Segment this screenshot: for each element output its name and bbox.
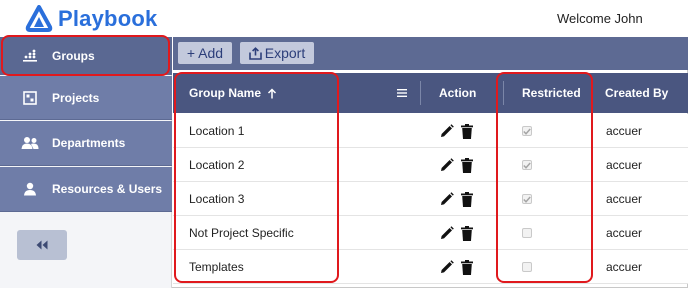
table-header: Group Name Action Restricted Created By xyxy=(173,73,688,113)
restricted-checkbox-checked[interactable] xyxy=(522,160,532,170)
sidebar-item-projects[interactable]: Projects xyxy=(0,76,172,120)
sidebar: Groups Projects Departments Resources & … xyxy=(0,37,172,288)
created-by-cell: accuer xyxy=(606,192,643,206)
delete-trash-icon[interactable] xyxy=(461,225,473,241)
column-header-restricted[interactable]: Restricted xyxy=(522,73,581,113)
table-row[interactable]: Templates accuer xyxy=(173,250,688,284)
brand-name: Playbook xyxy=(58,6,158,31)
sidebar-item-groups[interactable]: Groups xyxy=(0,37,172,75)
column-separator[interactable] xyxy=(592,81,593,105)
column-menu-button[interactable] xyxy=(397,73,407,113)
toolbar: + Add Export xyxy=(173,37,688,70)
column-header-label: Action xyxy=(439,86,477,100)
edit-pencil-icon[interactable] xyxy=(440,192,454,206)
column-separator[interactable] xyxy=(420,81,421,105)
table-row[interactable]: Location 3 accuer xyxy=(173,182,688,216)
table-row[interactable]: Location 1 accuer xyxy=(173,114,688,148)
edit-pencil-icon[interactable] xyxy=(440,226,454,240)
export-button[interactable]: Export xyxy=(240,42,314,64)
check-icon xyxy=(523,196,531,203)
delete-trash-icon[interactable] xyxy=(461,191,473,207)
edit-pencil-icon[interactable] xyxy=(440,158,454,172)
export-button-label: Export xyxy=(264,45,306,61)
edit-pencil-icon[interactable] xyxy=(440,260,454,274)
restricted-cell xyxy=(522,148,532,182)
group-name-cell: Location 1 xyxy=(189,124,245,138)
groups-icon xyxy=(20,48,40,64)
sidebar-item-label: Groups xyxy=(52,48,95,63)
app-header: Playbook Welcome John xyxy=(0,0,688,37)
welcome-message: Welcome John xyxy=(557,11,643,26)
sidebar-item-departments[interactable]: Departments xyxy=(0,121,172,166)
table-row[interactable]: Not Project Specific accuer xyxy=(173,216,688,250)
sidebar-item-resources-users[interactable]: Resources & Users xyxy=(0,167,172,212)
action-cell xyxy=(440,148,473,182)
action-cell xyxy=(440,216,473,250)
created-by-cell: accuer xyxy=(606,260,643,274)
sort-ascending-icon xyxy=(267,87,277,98)
export-icon xyxy=(248,46,262,60)
delete-trash-icon[interactable] xyxy=(461,123,473,139)
restricted-cell xyxy=(522,114,532,148)
restricted-cell xyxy=(522,250,532,284)
delete-trash-icon[interactable] xyxy=(461,157,473,173)
action-cell xyxy=(440,114,473,148)
restricted-cell xyxy=(522,182,532,216)
table-row[interactable]: Location 2 accuer xyxy=(173,148,688,182)
menu-icon xyxy=(397,89,407,97)
add-button[interactable]: + Add xyxy=(178,42,232,64)
created-by-cell: accuer xyxy=(606,158,643,172)
restricted-checkbox-unchecked[interactable] xyxy=(522,262,532,272)
column-header-label: Group Name xyxy=(189,86,262,100)
edit-pencil-icon[interactable] xyxy=(440,124,454,138)
created-by-cell: accuer xyxy=(606,226,643,240)
group-name-cell: Templates xyxy=(189,260,244,274)
restricted-checkbox-unchecked[interactable] xyxy=(522,228,532,238)
created-by-cell: accuer xyxy=(606,124,643,138)
group-name-cell: Location 2 xyxy=(189,158,245,172)
collapse-sidebar-button[interactable] xyxy=(17,230,67,260)
column-separator[interactable] xyxy=(503,81,504,105)
restricted-checkbox-checked[interactable] xyxy=(522,126,532,136)
restricted-cell xyxy=(522,216,532,250)
column-header-created-by[interactable]: Created By xyxy=(605,73,668,113)
column-header-label: Restricted xyxy=(522,86,581,100)
action-cell xyxy=(440,250,473,284)
double-chevron-left-icon xyxy=(36,240,48,250)
departments-icon xyxy=(20,135,40,151)
brand-logo[interactable]: Playbook xyxy=(24,5,157,33)
check-icon xyxy=(523,162,531,169)
sidebar-item-label: Departments xyxy=(52,136,126,150)
add-button-label: + Add xyxy=(186,45,224,61)
restricted-checkbox-checked[interactable] xyxy=(522,194,532,204)
sidebar-item-label: Projects xyxy=(52,90,100,105)
group-name-cell: Not Project Specific xyxy=(189,226,294,240)
delete-trash-icon[interactable] xyxy=(461,259,473,275)
check-icon xyxy=(523,128,531,135)
column-header-label: Created By xyxy=(605,86,669,100)
sidebar-item-label: Resources & Users xyxy=(52,182,163,196)
column-header-group-name[interactable]: Group Name xyxy=(189,73,277,113)
column-header-action: Action xyxy=(439,73,476,113)
projects-icon xyxy=(20,90,40,106)
group-name-cell: Location 3 xyxy=(189,192,245,206)
playbook-logo-icon xyxy=(25,5,53,32)
action-cell xyxy=(440,182,473,216)
user-icon xyxy=(20,181,40,197)
